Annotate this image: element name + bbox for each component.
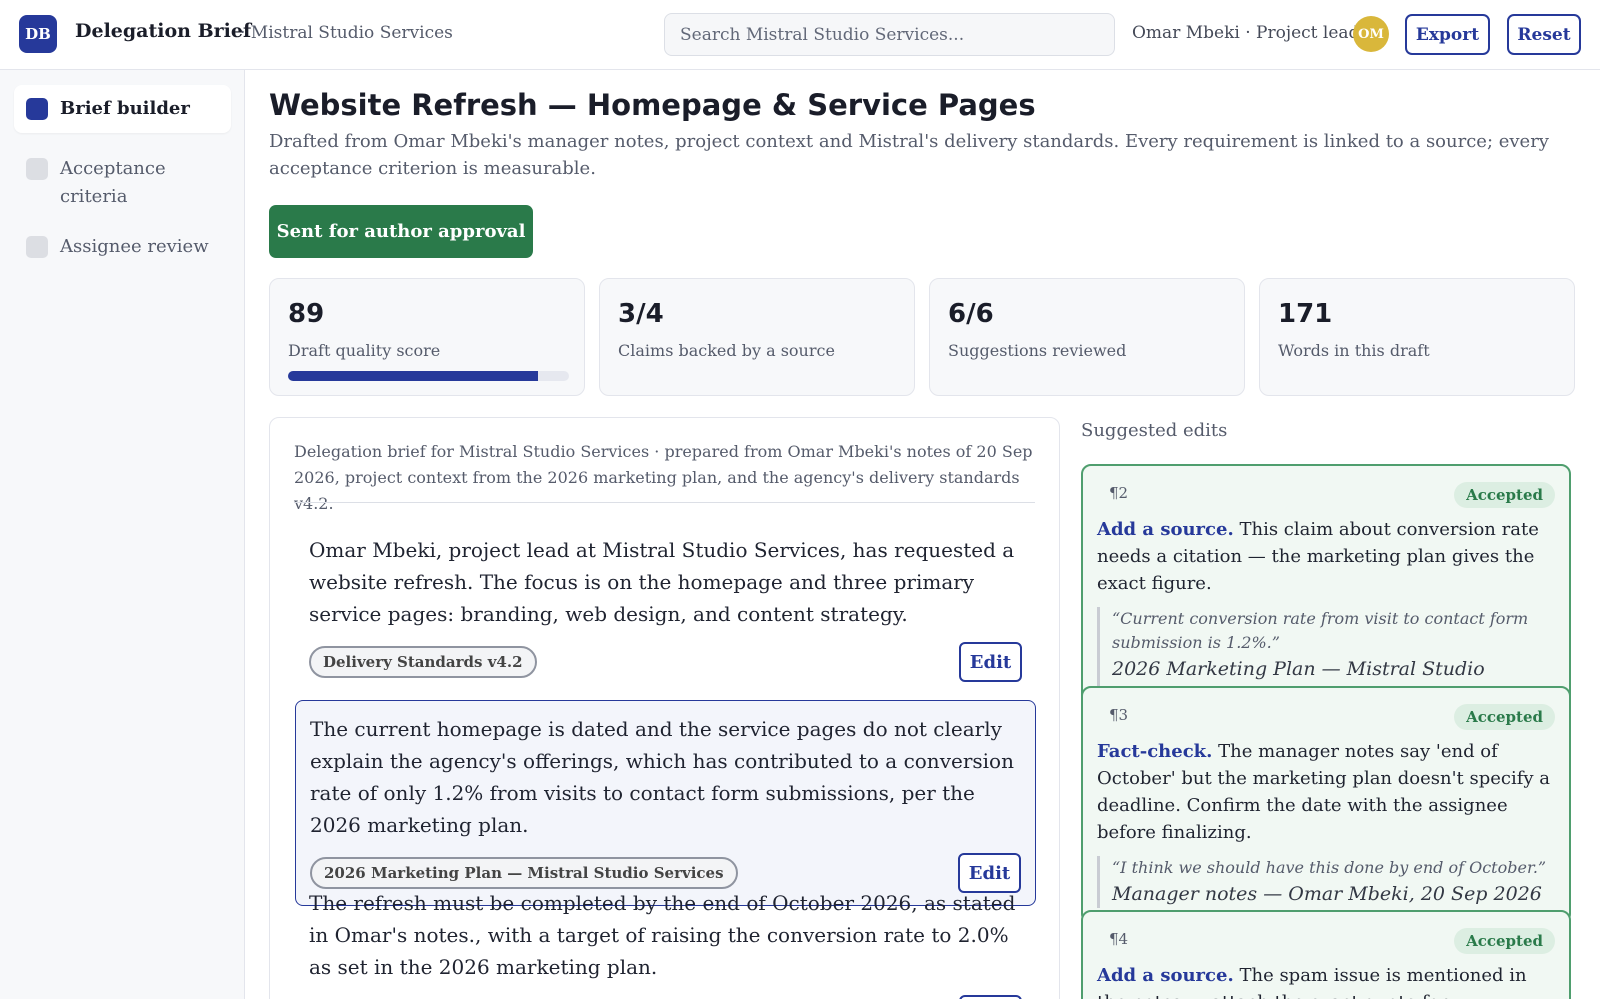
stat-label: Words in this draft xyxy=(1278,341,1430,360)
suggestion-card[interactable]: ¶4 Accepted Add a source. The spam issue… xyxy=(1081,910,1571,999)
stat-value: 89 xyxy=(288,299,325,329)
page-description: Drafted from Omar Mbeki's manager notes,… xyxy=(269,131,1549,179)
quality-progress-bar xyxy=(288,371,569,381)
paragraph-ref: ¶2 xyxy=(1109,484,1129,502)
stat-value: 3/4 xyxy=(618,299,664,329)
stat-card-words: 171 Words in this draft xyxy=(1259,278,1575,396)
suggestion-action: Fact-check. xyxy=(1097,741,1213,762)
user-label: Omar Mbeki · Project lead xyxy=(1132,23,1360,43)
quote-text: “Current conversion rate from visit to c… xyxy=(1112,609,1529,652)
draft-header: Delegation brief for Mistral Studio Serv… xyxy=(294,442,1033,513)
quote-source: Manager notes — Omar Mbeki, 20 Sep 2026 xyxy=(1112,883,1542,905)
sidebar-item-assignee-review[interactable]: Assignee review xyxy=(14,223,231,271)
nav-square-icon xyxy=(26,158,48,180)
source-quote: “I think we should have this done by end… xyxy=(1097,856,1555,908)
stat-label: Suggestions reviewed xyxy=(948,341,1127,360)
paragraph-footer: Delivery Standards v4.2 Edit xyxy=(309,642,1022,682)
author-approval-status-button[interactable]: Sent for author approval xyxy=(269,205,533,258)
sidebar-item-brief-builder[interactable]: Brief builder xyxy=(14,85,231,133)
stat-card-quality: 89 Draft quality score xyxy=(269,278,585,396)
draft-panel: Delegation brief for Mistral Studio Serv… xyxy=(269,417,1060,999)
paragraph-text: The refresh must be completed by the end… xyxy=(309,891,1016,979)
sidebar-item-label: Brief builder xyxy=(60,98,190,119)
stat-value: 6/6 xyxy=(948,299,994,329)
app-org: · Mistral Studio Services xyxy=(240,23,453,43)
paragraph-ref: ¶4 xyxy=(1109,930,1129,948)
app-logo: DB xyxy=(19,15,57,53)
stat-card-suggestions: 6/6 Suggestions reviewed xyxy=(929,278,1245,396)
edit-button[interactable]: Edit xyxy=(959,642,1022,682)
sidebar-item-acceptance-criteria[interactable]: Acceptance criteria xyxy=(14,145,231,221)
export-button[interactable]: Export xyxy=(1405,14,1490,55)
stat-card-claims: 3/4 Claims backed by a source xyxy=(599,278,915,396)
paragraph-text: The current homepage is dated and the se… xyxy=(310,717,1014,837)
suggestion-text: Fact-check. The manager notes say 'end o… xyxy=(1097,738,1555,846)
status-badge: Accepted xyxy=(1454,482,1555,508)
sidebar-item-label: Acceptance criteria xyxy=(60,158,166,207)
suggestion-action: Add a source. xyxy=(1097,519,1234,540)
app-title: Delegation Brief xyxy=(75,20,252,42)
avatar[interactable]: OM xyxy=(1353,16,1389,52)
quality-progress-fill xyxy=(288,371,539,381)
card-header: ¶2 Accepted xyxy=(1097,482,1555,508)
edit-button[interactable]: Edit xyxy=(959,995,1022,999)
divider xyxy=(294,502,1035,503)
status-badge: Accepted xyxy=(1454,704,1555,730)
draft-paragraph[interactable]: Omar Mbeki, project lead at Mistral Stud… xyxy=(295,522,1036,694)
suggestion-action: Add a source. xyxy=(1097,965,1234,986)
search-input[interactable] xyxy=(664,13,1115,56)
card-header: ¶4 Accepted xyxy=(1097,928,1555,954)
paragraph-footer: Edit xyxy=(309,995,1022,999)
card-header: ¶3 Accepted xyxy=(1097,704,1555,730)
top-bar: DB Delegation Brief · Mistral Studio Ser… xyxy=(0,0,1600,70)
suggestions-title: Suggested edits xyxy=(1081,420,1228,441)
suggestion-card[interactable]: ¶3 Accepted Fact-check. The manager note… xyxy=(1081,686,1571,924)
stat-label: Draft quality score xyxy=(288,341,441,360)
paragraph-text: Omar Mbeki, project lead at Mistral Stud… xyxy=(309,538,1015,626)
sidebar: Brief builder Acceptance criteria Assign… xyxy=(0,70,245,999)
nav-square-icon xyxy=(26,236,48,258)
sidebar-item-label: Assignee review xyxy=(60,236,209,257)
stat-label: Claims backed by a source xyxy=(618,341,835,360)
reset-button[interactable]: Reset xyxy=(1507,14,1581,55)
nav-square-icon xyxy=(26,98,48,120)
source-chip[interactable]: Delivery Standards v4.2 xyxy=(309,646,537,678)
stat-value: 171 xyxy=(1278,299,1333,329)
suggestion-text: Add a source. This claim about conversio… xyxy=(1097,516,1555,597)
suggestion-text: Add a source. The spam issue is mentione… xyxy=(1097,962,1555,999)
status-badge: Accepted xyxy=(1454,928,1555,954)
draft-paragraph[interactable]: The refresh must be completed by the end… xyxy=(295,875,1036,999)
quote-text: “I think we should have this done by end… xyxy=(1112,858,1547,877)
paragraph-ref: ¶3 xyxy=(1109,706,1129,724)
page-title: Website Refresh — Homepage & Service Pag… xyxy=(269,88,1036,122)
